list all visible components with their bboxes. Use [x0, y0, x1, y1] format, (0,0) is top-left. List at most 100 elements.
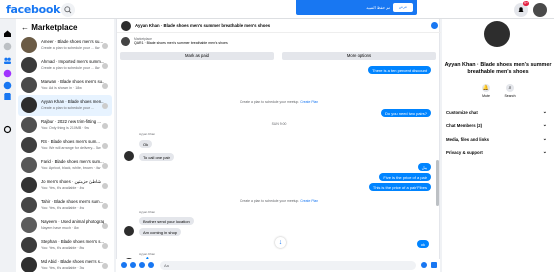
section-media-files[interactable]: Media, files and links ⌄: [446, 136, 550, 142]
chat-scrollbar[interactable]: [436, 160, 439, 206]
contact-avatar[interactable]: [484, 21, 510, 47]
chat-avatar[interactable]: [121, 21, 131, 31]
conversation-item[interactable]: Md Abid · Blade shoes men's s... You: Yes…: [18, 255, 112, 272]
conversation-preview: Create a plan to schedule your ...: [41, 106, 94, 110]
read-receipt-avatar: [102, 183, 108, 189]
avatar[interactable]: [533, 3, 547, 17]
messenger-icon[interactable]: [3, 65, 12, 78]
notifications-bell-icon[interactable]: 9+: [514, 1, 529, 17]
message-bubble-out: Do you need two pairs?: [380, 109, 431, 117]
sys-plan-text: Create a plan to schedule your meetup.: [239, 199, 300, 203]
avatar: [21, 117, 37, 133]
mark-paid-button[interactable]: Mark as paid: [120, 52, 274, 60]
profile-icon[interactable]: [3, 38, 12, 51]
section-customize-chat[interactable]: Customize chat ⌄: [446, 109, 550, 115]
read-receipt-avatar: [102, 263, 108, 269]
conversation-name: Marwan · Blade shoes men's su...: [41, 79, 104, 84]
conversation-preview: You: Apricot, black, white, brown · 4w: [41, 166, 101, 170]
listing-thumbnail[interactable]: [121, 37, 130, 46]
read-receipt-avatar: [102, 63, 108, 69]
section-label: Privacy & support: [446, 150, 483, 155]
search-icon[interactable]: [61, 3, 75, 17]
gif-icon[interactable]: [148, 262, 154, 268]
date-divider: SUN 9:00: [271, 122, 287, 126]
search-icon: ⌕: [506, 84, 514, 92]
home-icon[interactable]: [3, 25, 12, 37]
conversation-item[interactable]: Ayyan Khan · Blade shoes men... Create a …: [18, 95, 112, 116]
conversation-preview: You: Yes, it's available · 4w: [41, 206, 85, 210]
message-input[interactable]: Aa: [160, 260, 416, 270]
listing-title[interactable]: QAR1 · Blade shoes men's summer breathab…: [134, 41, 228, 45]
scroll-down-arrow-icon[interactable]: ↓: [275, 237, 286, 248]
message-bubble-out: This is the price of a pair'Fibes: [368, 183, 431, 191]
section-label: Media, files and links: [446, 137, 489, 142]
friends-icon[interactable]: [3, 52, 12, 64]
conversation-preview: You: Yes, it's available · 3w: [41, 266, 85, 270]
emoji-icon[interactable]: [421, 262, 427, 268]
conversation-item[interactable]: Ameer · Blade shoes men's su... Create a …: [18, 35, 112, 56]
create-plan-link[interactable]: Create Plan: [300, 199, 318, 203]
image-icon[interactable]: [130, 262, 136, 268]
read-receipt-avatar: [102, 163, 108, 169]
sender-name: Ayyan Khan: [139, 132, 156, 136]
conversation-item[interactable]: Jo men's shoes · شاطئ حزمتين You: Yes, it…: [18, 175, 112, 196]
right-details-panel: Ayyan Khan · Blade shoes men's summer br…: [442, 19, 554, 272]
conversation-item[interactable]: Stephan · Blade shoes men's s... You: Yes…: [18, 235, 112, 256]
conversation-name: Farid · Blade shoes men's sum...: [41, 159, 104, 164]
conversation-item[interactable]: Rajbur · 2022 new trim-fitting ... You: O…: [18, 115, 112, 136]
more-options-button[interactable]: More options: [282, 52, 436, 60]
message-bubble-out: ok: [416, 240, 429, 248]
mute-button[interactable]: 🔔 Mute: [476, 84, 496, 98]
toast-view-button[interactable]: عرض: [393, 3, 413, 12]
chat-title[interactable]: Ayyan Khan · Blade shoes men's summer br…: [135, 23, 270, 28]
groups-icon[interactable]: [3, 77, 12, 90]
conversation-name: Tahir · Blade shoes men's sum...: [41, 199, 104, 204]
read-receipt-avatar: [102, 123, 108, 129]
top-right-icons: 9+: [514, 1, 548, 17]
conversation-preview: You: We will arrange for delivery... 5w: [41, 146, 101, 150]
conversation-preview: You: Yes, it's available · 4w: [41, 186, 85, 190]
info-icon[interactable]: [431, 22, 438, 29]
read-receipt-avatar: [102, 243, 108, 249]
read-receipt-avatar: [102, 103, 108, 109]
marketplace-header: ← Marketplace: [21, 23, 77, 32]
conversation-item[interactable]: Nayeem · Used animal photograph... Nayem …: [18, 215, 112, 236]
facebook-logo[interactable]: facebook: [6, 3, 60, 16]
conversation-item[interactable]: Tahir · Blade shoes men's sum... You: Yes…: [18, 195, 112, 216]
avatar: [21, 97, 37, 113]
conversation-name: Ayyan Khan · Blade shoes men...: [41, 99, 104, 104]
conversation-item[interactable]: Ahmad · Imported men's summ... Create a p…: [18, 55, 112, 76]
thumbs-up-send-icon[interactable]: [431, 262, 437, 268]
conversation-name: Rajbur · 2022 new trim-fitting ...: [41, 119, 101, 124]
sender-avatar: [124, 151, 134, 161]
notification-toast: تم حفظ التنبيه عرض: [296, 0, 417, 15]
back-arrow-icon[interactable]: ←: [21, 23, 29, 32]
system-message: Create a plan to schedule your meetup. C…: [117, 100, 441, 104]
sticker-icon[interactable]: [139, 262, 145, 268]
conversation-name: Nayeem · Used animal photograph...: [41, 219, 104, 224]
section-chat-members[interactable]: Chat Members (2) ⌄: [446, 122, 550, 128]
search-button[interactable]: ⌕ Search: [500, 84, 520, 98]
plus-icon[interactable]: [121, 262, 127, 268]
message-composer: Aa: [116, 259, 440, 272]
message-bubble-out: There is a ten percent discount: [368, 66, 431, 74]
settings-gear-icon[interactable]: [3, 121, 12, 134]
conversation-name: RS · Blade shoes men's sum...: [41, 139, 100, 144]
conversation-item[interactable]: Farid · Blade shoes men's sum... You: Apr…: [18, 155, 112, 176]
marketplace-icon[interactable]: [3, 88, 12, 100]
conversation-name: Jo men's shoes · شاطئ حزمتين: [41, 179, 101, 184]
avatar: [21, 57, 37, 73]
conversation-name: Ahmad · Imported men's summ...: [41, 59, 104, 64]
conversation-name: Stephan · Blade shoes men's s...: [41, 239, 104, 244]
conversation-preview: You: Ad is shown in · 18w: [41, 86, 82, 90]
section-privacy-support[interactable]: Privacy & support ⌄: [446, 149, 550, 155]
conversation-item[interactable]: Marwan · Blade shoes men's su... You: Ad …: [18, 75, 112, 96]
conversation-preview: Nayem have much · 8w: [41, 226, 79, 230]
avatar: [21, 217, 37, 233]
section-label: Customize chat: [446, 110, 478, 115]
conversation-item[interactable]: RS · Blade shoes men's sum... You: We wil…: [18, 135, 112, 156]
avatar: [21, 157, 37, 173]
create-plan-link[interactable]: Create Plan: [300, 100, 318, 104]
message-thread[interactable]: Create a plan to schedule your meetup. C…: [117, 62, 441, 268]
conversation-list: ← Marketplace Ameer · Blade shoes men's …: [16, 19, 114, 272]
